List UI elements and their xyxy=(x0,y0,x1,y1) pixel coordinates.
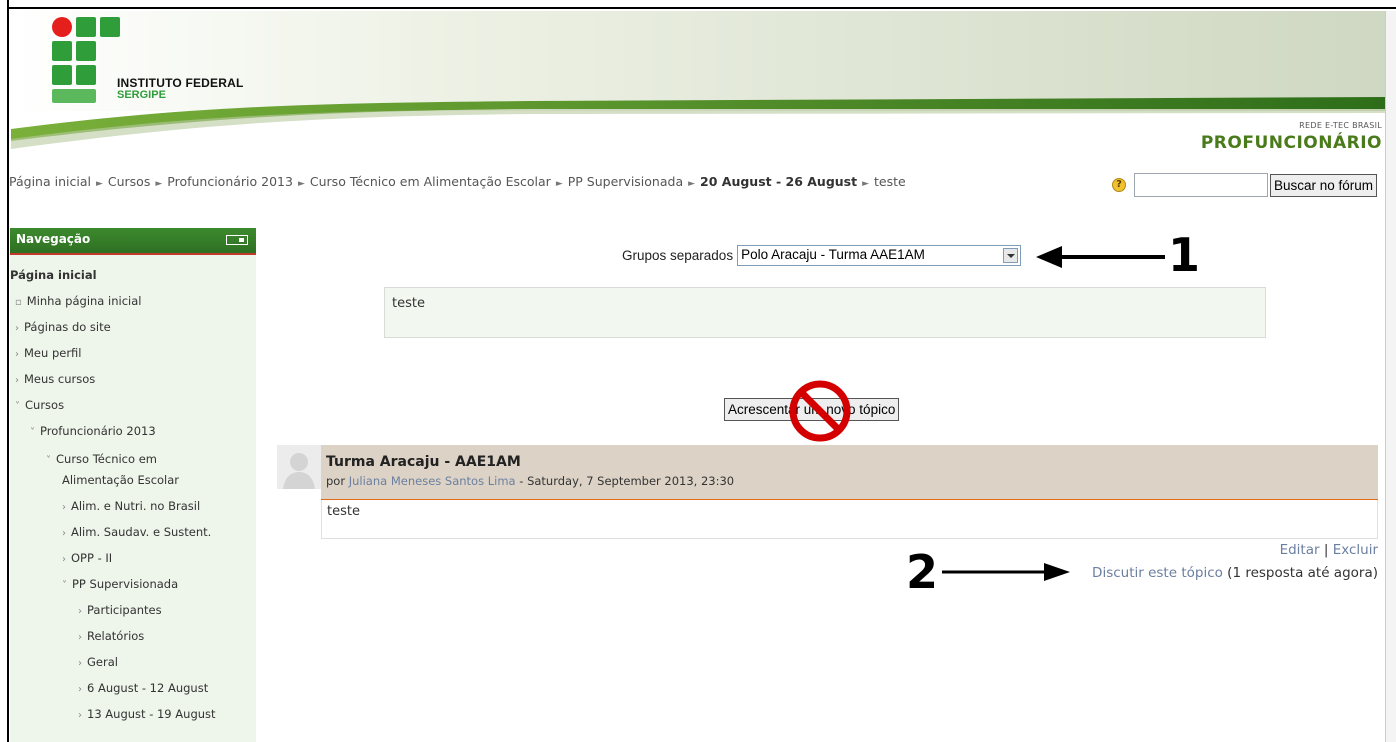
forbidden-icon xyxy=(789,380,851,442)
annotation-overlay xyxy=(789,246,1165,581)
arrow-1-icon xyxy=(1036,246,1165,268)
page-scrollbar[interactable] xyxy=(1385,11,1396,742)
arrow-2-icon xyxy=(942,563,1070,581)
annotation-marker-2: 2 xyxy=(906,545,939,599)
annotation-marker-1: 1 xyxy=(1168,228,1201,282)
